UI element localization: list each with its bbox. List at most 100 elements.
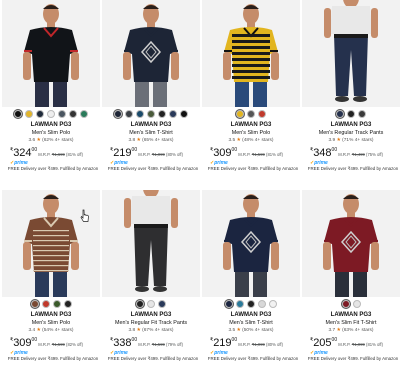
product-title[interactable]: Men's Slim Polo bbox=[2, 130, 100, 137]
color-swatch[interactable] bbox=[236, 110, 244, 118]
color-swatch[interactable] bbox=[80, 110, 88, 118]
color-swatch[interactable] bbox=[247, 110, 255, 118]
product-card[interactable]: LAWMAN PG3 Men's Slim Polo 3.6 ★ (62% 4+ s… bbox=[2, 0, 100, 186]
star-icon: ★ bbox=[336, 138, 341, 143]
price-value: 219 bbox=[213, 337, 232, 349]
color-swatch[interactable] bbox=[258, 110, 266, 118]
color-swatches bbox=[102, 110, 200, 119]
color-swatch[interactable] bbox=[336, 110, 344, 118]
product-title[interactable]: Men's Regular Fit Track Pants bbox=[102, 320, 200, 327]
product-brand[interactable]: LAWMAN PG3 bbox=[202, 312, 300, 319]
product-brand[interactable]: LAWMAN PG3 bbox=[302, 122, 400, 129]
product-card[interactable]: LAWMAN PG3 Men's Slim Fit T-Shirt 3.7 ★ (6… bbox=[302, 190, 400, 376]
mrp-label: M.R.P. bbox=[238, 152, 251, 157]
color-swatch[interactable] bbox=[358, 110, 366, 118]
color-swatch[interactable] bbox=[136, 110, 144, 118]
color-swatch[interactable] bbox=[58, 110, 66, 118]
product-rating[interactable]: 3.9 ★ (71% 4+ stars) bbox=[302, 138, 400, 144]
mrp-value: ₹1,599 bbox=[151, 342, 165, 347]
color-swatch[interactable] bbox=[236, 300, 244, 308]
color-swatch[interactable] bbox=[225, 300, 233, 308]
product-rating[interactable]: 3.6 ★ (62% 4+ stars) bbox=[2, 138, 100, 144]
color-swatch[interactable] bbox=[158, 110, 166, 118]
color-swatch[interactable] bbox=[36, 110, 44, 118]
product-rating[interactable]: 3.4 ★ (54% 4+ stars) bbox=[2, 328, 100, 334]
product-title[interactable]: Men's Slim Polo bbox=[2, 320, 100, 327]
product-card[interactable]: LAWMAN PG3 Men's Regular Fit Track Pants 3… bbox=[102, 190, 200, 376]
color-swatch[interactable] bbox=[41, 300, 50, 308]
product-title[interactable]: Men's Slim T-Shirt bbox=[102, 130, 200, 137]
product-brand[interactable]: LAWMAN PG3 bbox=[102, 122, 200, 129]
product-price: ₹30900 M.R.P. ₹1,599 (82% off) bbox=[10, 337, 100, 349]
product-image[interactable] bbox=[102, 190, 200, 297]
product-image[interactable] bbox=[2, 0, 100, 107]
product-card[interactable]: LAWMAN PG3 Men's Regular Track Pants 3.9 ★… bbox=[302, 0, 400, 186]
color-swatch[interactable] bbox=[14, 110, 22, 118]
product-card[interactable]: LAWMAN PG3 Men's Slim T-Shirt 3.8 ★ (65% 4… bbox=[102, 0, 200, 186]
mrp-value: ₹1,099 bbox=[351, 342, 365, 347]
mrp-value: ₹1,099 bbox=[251, 342, 265, 347]
color-swatch[interactable] bbox=[136, 300, 144, 308]
product-brand[interactable]: LAWMAN PG3 bbox=[102, 312, 200, 319]
color-swatch[interactable] bbox=[247, 300, 255, 308]
color-swatch[interactable] bbox=[63, 300, 72, 308]
price-value: 219 bbox=[113, 147, 132, 159]
color-swatch[interactable] bbox=[114, 110, 122, 118]
product-rating[interactable]: 3.7 ★ (63% 4+ stars) bbox=[302, 328, 400, 334]
color-swatch[interactable] bbox=[147, 110, 155, 118]
color-swatch[interactable] bbox=[352, 300, 361, 308]
color-swatch[interactable] bbox=[69, 110, 77, 118]
color-swatch[interactable] bbox=[158, 300, 166, 308]
product-rating[interactable]: 3.5 ★ (48% 4+ stars) bbox=[202, 138, 300, 144]
rating-value: 3.5 bbox=[228, 138, 236, 143]
product-card[interactable]: LAWMAN PG3 Men's Slim T-Shirt 3.5 ★ (50% 4… bbox=[202, 190, 300, 376]
price-value: 324 bbox=[13, 147, 32, 159]
delivery-info: FREE Delivery over ₹499. Fulfilled by Am… bbox=[107, 356, 199, 361]
product-image[interactable] bbox=[302, 0, 400, 107]
product-rating[interactable]: 3.5 ★ (50% 4+ stars) bbox=[202, 328, 300, 334]
color-swatches bbox=[202, 110, 300, 119]
product-price: ₹30900 M.R.P. ₹1,599 (81% off) bbox=[210, 147, 300, 159]
color-swatch[interactable] bbox=[269, 300, 277, 308]
product-brand[interactable]: LAWMAN PG3 bbox=[302, 312, 400, 319]
product-rating[interactable]: 3.8 ★ (67% 4+ stars) bbox=[102, 328, 200, 334]
color-swatch[interactable] bbox=[258, 300, 266, 308]
rating-note: (63% 4+ stars) bbox=[342, 328, 374, 333]
product-image[interactable] bbox=[202, 0, 300, 107]
product-title[interactable]: Men's Slim Fit T-Shirt bbox=[302, 320, 400, 327]
price-fraction: 00 bbox=[131, 147, 138, 153]
product-brand[interactable]: LAWMAN PG3 bbox=[202, 122, 300, 129]
color-swatch[interactable] bbox=[47, 110, 55, 118]
product-title[interactable]: Men's Slim Polo bbox=[202, 130, 300, 137]
delivery-info: FREE Delivery over ₹499. Fulfilled by Am… bbox=[7, 166, 99, 171]
product-price: ₹34800 M.R.P. ₹1,499 (75% off) bbox=[310, 147, 400, 159]
color-swatch[interactable] bbox=[52, 300, 61, 308]
color-swatch[interactable] bbox=[169, 110, 177, 118]
color-swatch[interactable] bbox=[341, 300, 350, 308]
price-fraction: 00 bbox=[31, 337, 38, 343]
rating-note: (54% 4+ stars) bbox=[42, 328, 74, 333]
color-swatch[interactable] bbox=[347, 110, 355, 118]
color-swatch[interactable] bbox=[25, 110, 33, 118]
product-rating[interactable]: 3.8 ★ (65% 4+ stars) bbox=[102, 138, 200, 144]
discount-text: (75% off) bbox=[366, 152, 383, 157]
product-brand[interactable]: LAWMAN PG3 bbox=[2, 312, 100, 319]
product-title[interactable]: Men's Slim T-Shirt bbox=[202, 320, 300, 327]
color-swatch[interactable] bbox=[125, 110, 133, 118]
star-icon: ★ bbox=[136, 328, 141, 333]
rating-value: 3.9 bbox=[328, 138, 336, 143]
product-card[interactable]: LAWMAN PG3 Men's Slim Polo 3.5 ★ (48% 4+ s… bbox=[202, 0, 300, 186]
color-swatch[interactable] bbox=[180, 110, 188, 118]
product-image[interactable] bbox=[102, 0, 200, 107]
product-image[interactable] bbox=[202, 190, 300, 297]
rating-value: 3.4 bbox=[28, 328, 36, 333]
color-swatches bbox=[302, 300, 400, 309]
price-fraction: 00 bbox=[331, 147, 338, 153]
price-fraction: 00 bbox=[31, 147, 38, 153]
product-brand[interactable]: LAWMAN PG3 bbox=[2, 122, 100, 129]
color-swatch[interactable] bbox=[147, 300, 155, 308]
product-image[interactable] bbox=[302, 190, 400, 297]
product-image[interactable] bbox=[2, 190, 100, 297]
product-title[interactable]: Men's Regular Track Pants bbox=[302, 130, 400, 137]
color-swatch[interactable] bbox=[30, 300, 39, 308]
